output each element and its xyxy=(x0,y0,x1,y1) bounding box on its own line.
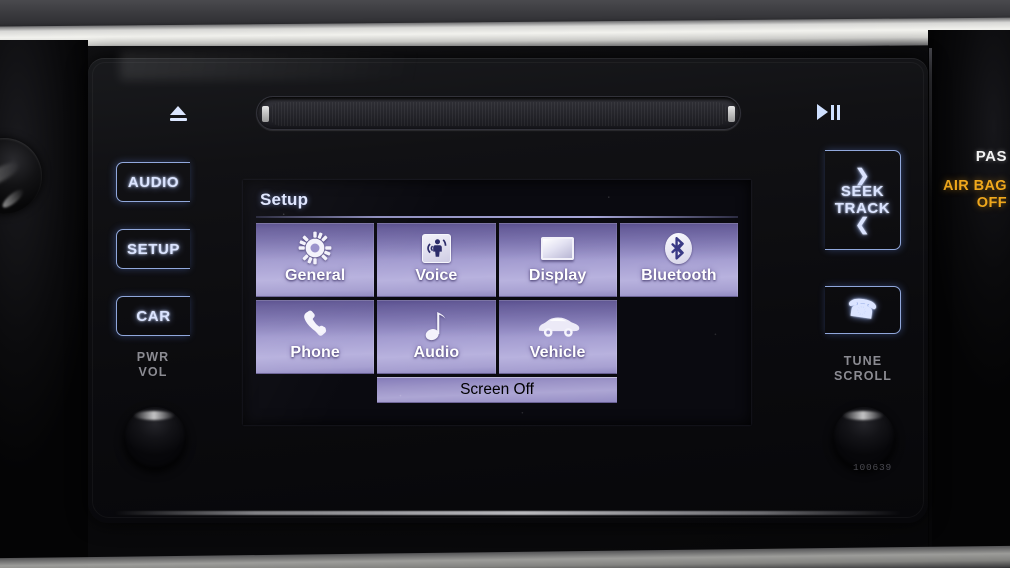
airbag-line-2: OFF xyxy=(976,195,1007,211)
serial-number-label: 100639 xyxy=(852,462,892,473)
cd-slot[interactable] xyxy=(256,96,741,130)
infotainment-screenshot: PAS AIR BAG OFF AUDIO SETUP CAR PWR VOL … xyxy=(0,0,1010,568)
dashboard-left-panel xyxy=(0,40,88,568)
airbag-indicator-cluster: PAS AIR BAG OFF xyxy=(932,148,1010,212)
play-pause-icon-bar-1 xyxy=(830,104,834,120)
setup-tile-vehicle-label: Vehicle xyxy=(529,344,586,361)
setup-tile-audio-label: Audio xyxy=(413,344,460,361)
chevron-left-icon: ❮ xyxy=(855,215,870,234)
setup-tile-bluetooth[interactable]: Bluetooth xyxy=(619,223,738,297)
phone-call-button[interactable]: ☎ xyxy=(825,286,901,334)
head-unit-bezel: AUDIO SETUP CAR PWR VOL ❯ SEEK TRACK ❮ ☎… xyxy=(88,58,928,523)
passenger-label: PAS xyxy=(975,148,1007,165)
voice-command-icon xyxy=(421,230,451,266)
airbag-line-1: AIR BAG xyxy=(942,178,1007,194)
knob-highlight xyxy=(133,411,175,420)
scroll-label: SCROLL xyxy=(834,369,892,383)
tune-scroll-knob-label: TUNE SCROLL xyxy=(825,354,901,384)
display-screen-icon-shape xyxy=(541,236,575,260)
setup-tile-general[interactable]: General xyxy=(256,223,375,297)
setup-tile-general-label: General xyxy=(284,267,346,284)
setup-tile-bluetooth-label: Bluetooth xyxy=(641,267,717,284)
power-volume-knob[interactable] xyxy=(122,405,188,471)
setup-tile-display-label: Display xyxy=(528,267,587,284)
setup-tile-phone[interactable]: Phone xyxy=(256,300,375,374)
airbag-off-indicator: AIR BAG OFF xyxy=(932,178,1007,212)
play-pause-button[interactable] xyxy=(811,100,845,124)
highlight-glare xyxy=(0,186,26,211)
eject-icon-bar xyxy=(169,117,187,121)
setup-tile-vehicle[interactable]: Vehicle xyxy=(498,300,617,374)
panel-seam xyxy=(929,48,932,568)
screen-off-button-label: Screen Off xyxy=(460,381,534,398)
car-button-label: CAR xyxy=(136,307,171,325)
title-divider xyxy=(256,216,738,218)
highlight-glare xyxy=(0,158,23,192)
audio-button[interactable]: AUDIO xyxy=(116,162,190,202)
page-title: Setup xyxy=(260,190,309,209)
bluetooth-icon-oval xyxy=(665,232,693,264)
audio-button-label: AUDIO xyxy=(127,173,180,191)
phone-handset-icon xyxy=(298,307,332,343)
pwr-label: PWR xyxy=(136,350,170,364)
dashboard-right-panel: PAS AIR BAG OFF xyxy=(928,30,1010,568)
eject-icon xyxy=(170,105,186,115)
setup-tile-voice[interactable]: Voice xyxy=(377,223,496,297)
seek-track-button[interactable]: ❯ SEEK TRACK ❮ xyxy=(825,150,901,250)
setup-tile-audio[interactable]: Audio xyxy=(377,300,496,374)
knob-highlight xyxy=(842,411,884,420)
lcd-touchscreen[interactable]: Setup General Voice Display Bluetooth Ph… xyxy=(243,180,751,425)
bluetooth-icon xyxy=(665,230,693,266)
phone-handset-icon: ☎ xyxy=(845,294,880,325)
eject-button[interactable] xyxy=(166,100,190,126)
cd-slot-felt xyxy=(269,102,728,126)
display-screen-icon xyxy=(541,230,575,266)
play-pause-icon-bar-2 xyxy=(836,104,840,120)
vol-label: VOL xyxy=(138,365,168,379)
seek-label: SEEK xyxy=(840,183,885,200)
tune-scroll-knob[interactable] xyxy=(831,405,897,471)
tune-label: TUNE xyxy=(843,354,883,368)
chevron-right-icon: ❯ xyxy=(855,166,870,185)
car-button[interactable]: CAR xyxy=(116,296,190,336)
setup-menu-grid: General Voice Display Bluetooth Phone Au… xyxy=(256,223,738,419)
setup-tile-phone-label: Phone xyxy=(290,344,340,361)
setup-button[interactable]: SETUP xyxy=(116,229,190,269)
voice-command-icon-frame xyxy=(421,233,451,263)
power-volume-knob-label: PWR VOL xyxy=(116,350,190,380)
music-note-icon xyxy=(424,307,448,343)
bezel-bottom-highlight xyxy=(114,511,902,515)
hazard-warning-button[interactable] xyxy=(0,138,42,214)
play-pause-icon xyxy=(816,104,828,120)
setup-tile-voice-label: Voice xyxy=(415,267,458,284)
gear-icon xyxy=(298,230,332,266)
setup-button-label: SETUP xyxy=(126,240,180,258)
setup-tile-display[interactable]: Display xyxy=(498,223,617,297)
car-icon xyxy=(535,307,581,343)
screen-off-button[interactable]: Screen Off xyxy=(377,377,617,403)
